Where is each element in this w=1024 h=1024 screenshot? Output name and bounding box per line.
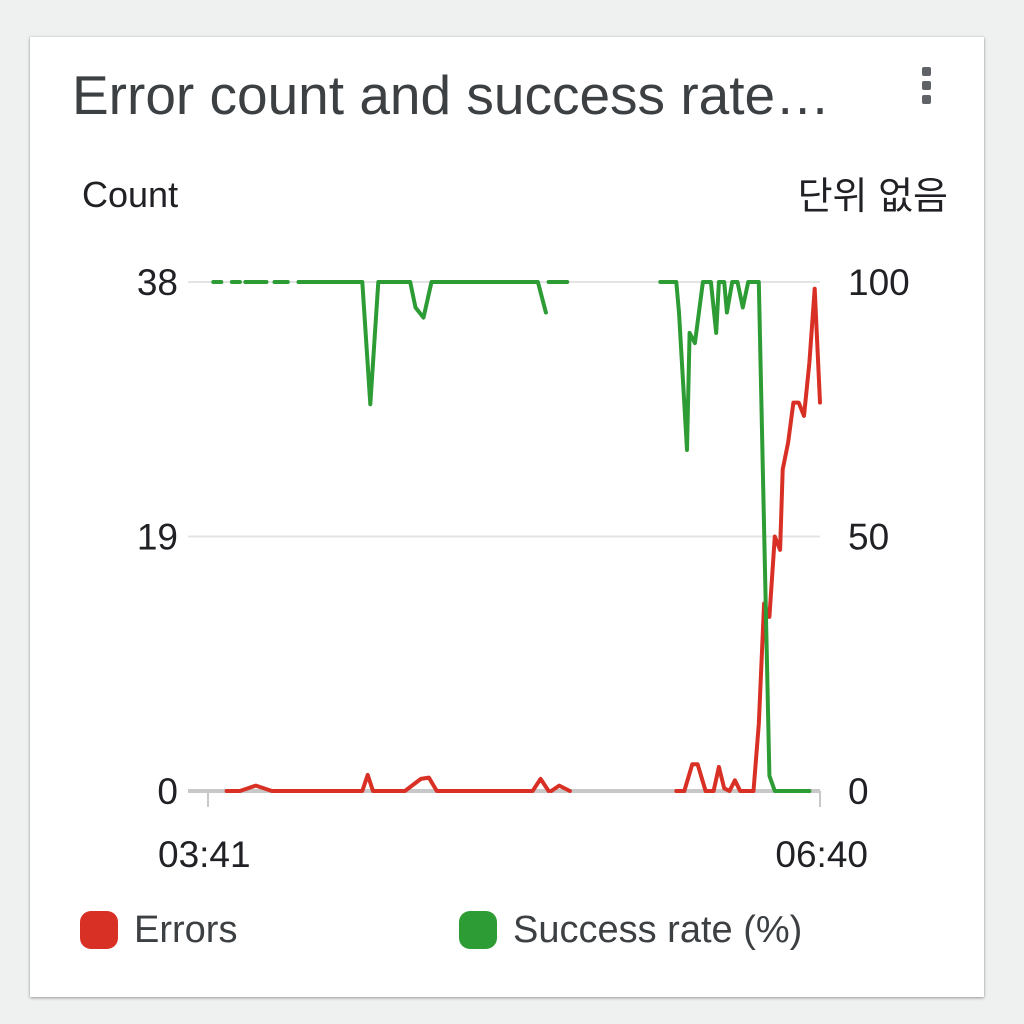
y-right-tick-label: 100 <box>848 262 910 303</box>
y-left-tick-label: 38 <box>137 262 178 303</box>
y-right-axis-title: 단위 없음 <box>798 176 948 218</box>
legend-label-errors: Errors <box>134 908 238 951</box>
x-ticks: 03:41 06:40 <box>158 834 868 875</box>
y-right-ticks: 0 50 100 <box>848 262 910 812</box>
success-rate-swatch-icon <box>459 911 497 949</box>
y-right-tick-label: 50 <box>848 517 889 558</box>
legend-label-success-rate: Success rate (%) <box>513 908 803 951</box>
errors-series-line <box>224 286 822 793</box>
legend-item-errors[interactable]: Errors <box>80 905 237 955</box>
legend-item-success-rate[interactable]: Success rate (%) <box>459 905 802 955</box>
x-tick-label: 06:40 <box>775 834 868 875</box>
y-left-ticks: 0 19 38 <box>137 262 178 812</box>
x-tick-label: 03:41 <box>158 834 251 875</box>
y-left-tick-label: 19 <box>137 517 178 558</box>
y-right-tick-label: 0 <box>848 771 869 812</box>
y-left-tick-label: 0 <box>157 771 178 812</box>
y-left-axis-title: Count <box>82 174 178 215</box>
chart-card: Error count and success rate… Count 단위 없… <box>30 37 984 997</box>
errors-swatch-icon <box>80 911 118 949</box>
chart-gridlines <box>188 281 821 807</box>
line-chart: Count 단위 없음 0 19 38 0 50 100 03:41 06:40 <box>82 174 948 875</box>
